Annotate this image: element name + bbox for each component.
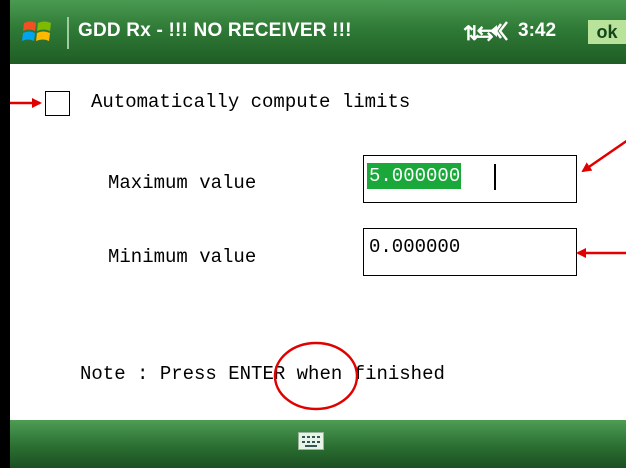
keyboard-icon[interactable] xyxy=(298,432,324,450)
app-title: GDD Rx - !!! NO RECEIVER !!! xyxy=(78,20,352,41)
note-text: Note : Press ENTER when finished xyxy=(80,363,445,385)
maximum-value-label: Maximum value xyxy=(108,172,257,194)
note-prefix: Note : Press xyxy=(80,363,229,385)
limits-form: Automatically compute limits Maximum val… xyxy=(10,64,626,420)
ok-button[interactable]: ok xyxy=(588,20,626,44)
maximum-value-text: 5.000000 xyxy=(367,163,462,189)
minimum-value-text: 0.000000 xyxy=(369,236,461,258)
maximum-value-input[interactable]: 5.000000 xyxy=(363,155,577,203)
note-key: ENTER xyxy=(228,363,286,385)
title-bar: GDD Rx - !!! NO RECEIVER !!! ⇅⇆ 3:42 ok xyxy=(10,0,626,64)
auto-limits-label[interactable]: Automatically compute limits xyxy=(91,91,410,113)
title-divider xyxy=(67,17,69,49)
minimum-value-input[interactable]: 0.000000 xyxy=(363,228,577,276)
volume-icon[interactable] xyxy=(488,18,514,44)
bottom-menu-bar xyxy=(10,420,626,468)
note-suffix: when finished xyxy=(285,363,445,385)
minimum-value-label: Minimum value xyxy=(108,246,257,268)
device-screen: GDD Rx - !!! NO RECEIVER !!! ⇅⇆ 3:42 ok … xyxy=(0,0,626,468)
text-caret xyxy=(494,164,496,190)
clock[interactable]: 3:42 xyxy=(518,20,556,42)
windows-start-icon[interactable] xyxy=(22,18,52,46)
screen-bezel xyxy=(0,0,10,468)
connectivity-icon[interactable]: ⇅⇆ xyxy=(463,21,493,46)
auto-limits-checkbox[interactable] xyxy=(45,91,70,116)
